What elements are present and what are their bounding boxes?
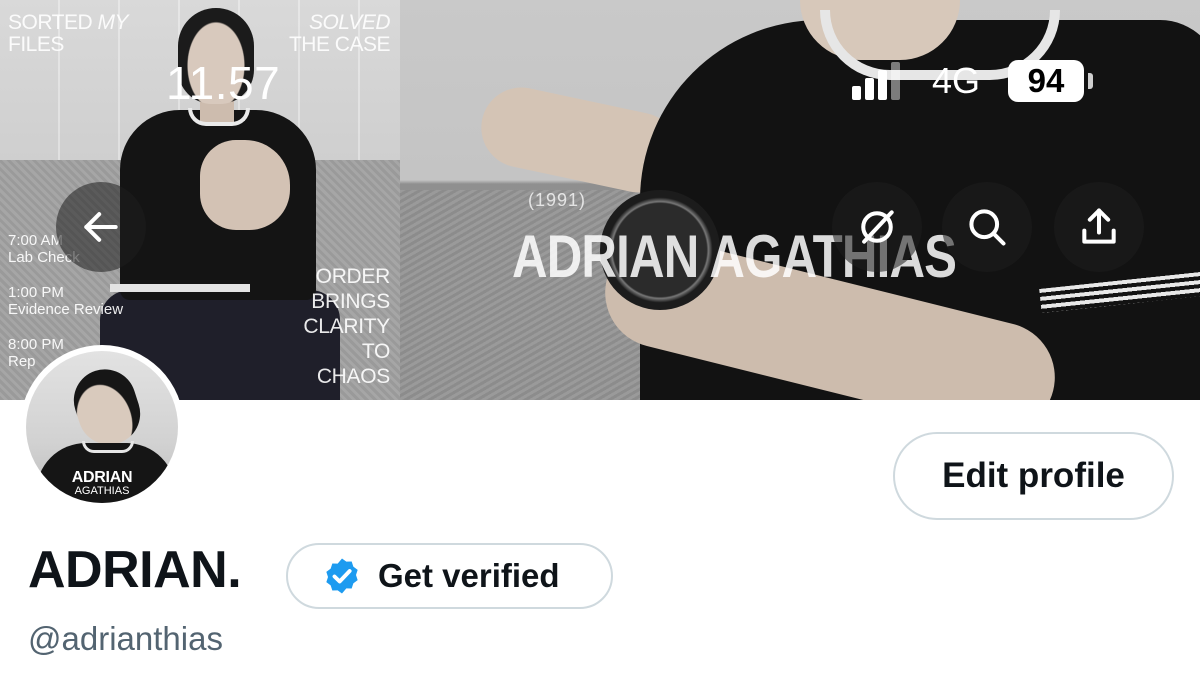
user-handle: @adrianthias xyxy=(28,620,223,657)
status-time: 11.57 xyxy=(166,57,281,109)
edit-profile-button[interactable]: Edit profile xyxy=(893,432,1174,520)
search-button[interactable] xyxy=(942,182,1032,272)
arrow-left-icon xyxy=(84,212,118,242)
signal-icon xyxy=(852,62,902,100)
battery-icon: 94 xyxy=(1008,60,1093,102)
grok-icon xyxy=(861,210,894,244)
get-verified-label: Get verified xyxy=(378,557,560,594)
display-name: ADRIAN. xyxy=(28,541,242,599)
schedule-item: 1:00 PM Evidence Review xyxy=(8,284,124,318)
search-icon xyxy=(969,209,1006,246)
avatar[interactable]: ADRIAN AGATHIAS xyxy=(20,345,184,509)
battery-level: 94 xyxy=(1027,62,1065,99)
back-button[interactable] xyxy=(56,182,146,272)
avatar-text-last: AGATHIAS xyxy=(74,485,130,497)
avatar-image: ADRIAN AGATHIAS xyxy=(26,351,178,503)
poster-motto: ORDER BRINGS CLARITY TO CHAOS xyxy=(303,265,390,388)
poster-text-sorted: SORTED MY FILES xyxy=(8,11,128,56)
verified-badge-icon xyxy=(326,558,358,594)
banner-year: (1991) xyxy=(528,190,587,210)
grok-button[interactable] xyxy=(832,182,922,272)
get-verified-button[interactable]: Get verified xyxy=(286,543,613,609)
network-type: 4G xyxy=(932,60,981,101)
poster-text-solved: SOLVED THE CASE xyxy=(288,11,391,56)
share-icon xyxy=(1082,208,1116,244)
share-button[interactable] xyxy=(1054,182,1144,272)
